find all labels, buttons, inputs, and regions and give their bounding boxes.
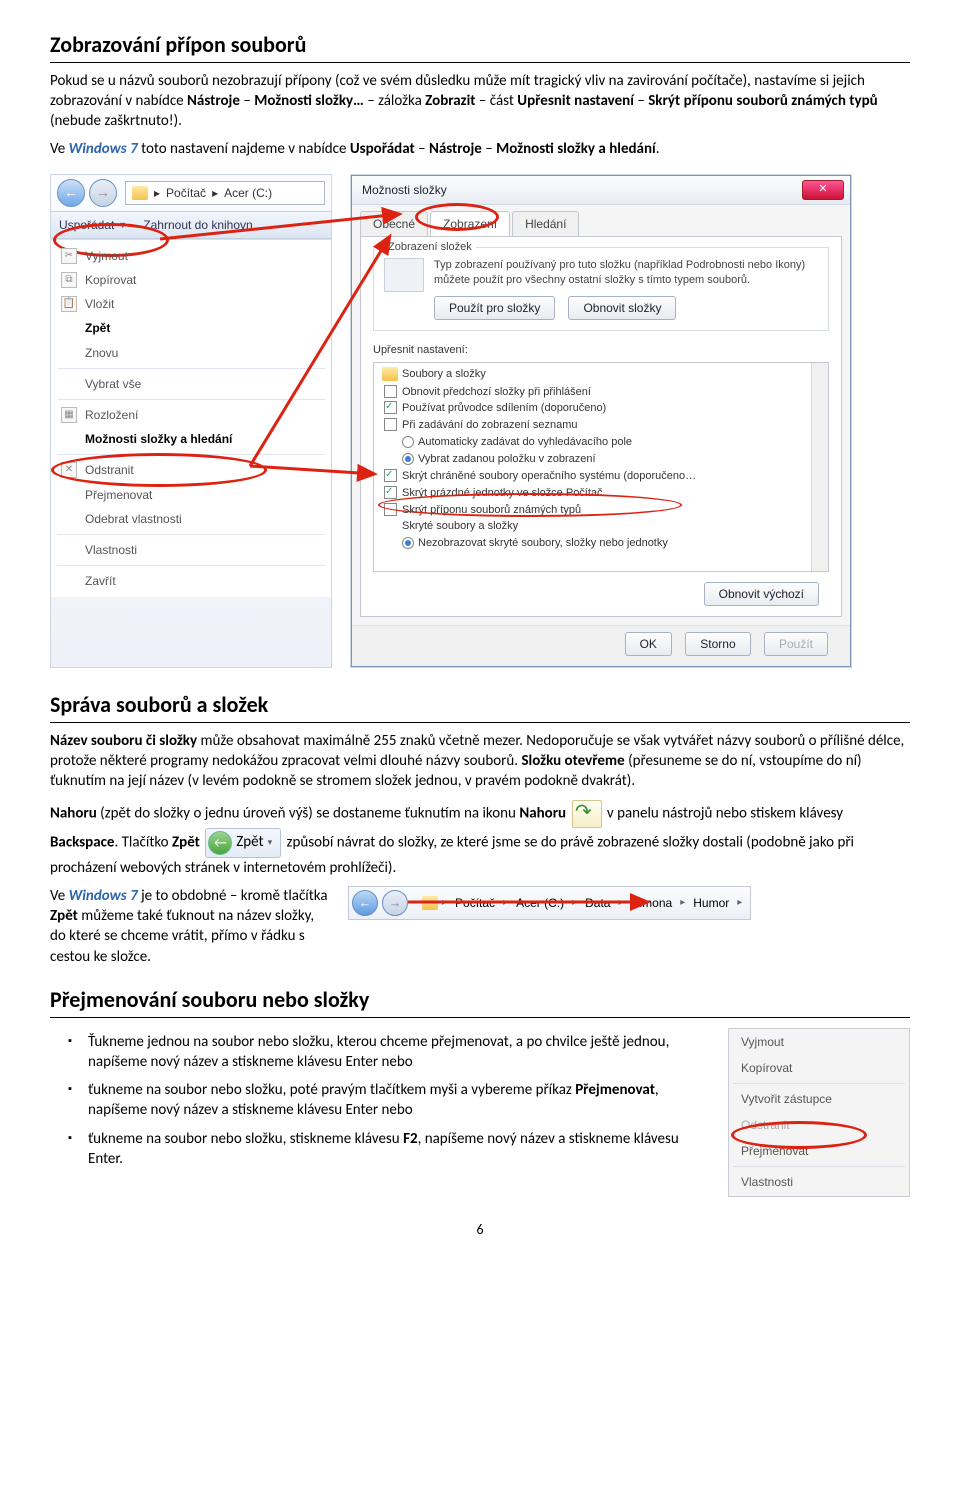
menu-remove-properties[interactable]: Odebrat vlastnosti (51, 507, 331, 531)
include-library-button[interactable]: Zahrnout do knihovn (143, 217, 252, 233)
menu-select-all[interactable]: Vybrat vše (51, 372, 331, 396)
nav-back-icon[interactable]: ← (352, 890, 378, 916)
organize-button[interactable]: Uspořádat ▼ (59, 217, 127, 233)
reset-folders-button[interactable]: Obnovit složky (568, 296, 676, 320)
menu-delete[interactable]: ✕Odstranit (51, 458, 331, 482)
menu-paste[interactable]: 📋Vložit (51, 292, 331, 316)
menu-redo[interactable]: Znovu (51, 341, 331, 365)
copy-icon: ⧉ (61, 272, 77, 288)
scrollbar[interactable] (811, 363, 828, 571)
nav-forward-icon[interactable]: → (382, 890, 408, 916)
chevron-down-icon: ▾ (268, 837, 273, 849)
paste-icon: 📋 (61, 296, 77, 312)
breadcrumb-drive[interactable]: Acer (C:) (512, 893, 568, 913)
screenshots-container: ← → ▸ Počítač ▸ Acer (C:) Uspořádat ▼ Za… (50, 174, 910, 668)
rename-step-1: Ťukneme jednou na soubor nebo složku, kt… (88, 1032, 710, 1073)
dialog-title: Možnosti složky (352, 176, 850, 205)
page-number: 6 (50, 1221, 910, 1240)
menu-folder-options[interactable]: Možnosti složky a hledání (51, 427, 331, 451)
dialog-close-button[interactable]: ✕ (802, 180, 844, 200)
chevron-down-icon: ▼ (118, 219, 127, 231)
tab-search[interactable]: Hledání (512, 211, 579, 236)
paragraph-windows7-note: Ve Windows 7 toto nastavení najdeme v na… (50, 139, 910, 159)
paragraph-name-length: Název souboru či složky může obsahovat m… (50, 731, 910, 792)
breadcrumb-data[interactable]: Data (581, 893, 614, 913)
nav-forward-icon[interactable]: → (89, 179, 117, 207)
rename-step-3: ťukneme na soubor nebo složku, stiskneme… (88, 1129, 710, 1170)
breadcrumb-drive[interactable]: Acer (C:) (224, 185, 272, 201)
folder-options-dialog-screenshot: Možnosti složky ✕ Obecné Zobrazení Hledá… (350, 174, 852, 668)
menu-close[interactable]: Zavřít (51, 569, 331, 593)
breadcrumb-seg[interactable]: ▸ (154, 185, 160, 201)
advanced-settings-label: Upřesnit nastavení: (373, 343, 829, 358)
heading-display-extensions: Zobrazování přípon souborů (50, 30, 910, 63)
breadcrumb-computer[interactable]: Počítač (166, 185, 206, 201)
paragraph-win7-breadcrumb: Ve Windows 7 je to obdobné – kromě tlačí… (50, 886, 330, 967)
menu-copy[interactable]: ⧉Kopírovat (51, 268, 331, 292)
organize-dropdown-menu: ✂Vyjmout ⧉Kopírovat 📋Vložit Zpět Znovu V… (51, 239, 331, 597)
menu-layout[interactable]: ▦Rozložení (51, 403, 331, 427)
up-folder-icon (572, 800, 602, 828)
folder-view-groupbox: Zobrazení složek Typ zobrazení používaný… (373, 247, 829, 331)
rename-steps-list: Ťukneme jednou na soubor nebo složku, kt… (50, 1032, 710, 1178)
breadcrumb-chevron: ▸ (212, 185, 218, 201)
tab-view[interactable]: Zobrazení (430, 211, 510, 236)
folder-icon (132, 186, 148, 200)
apply-to-folders-button[interactable]: Použít pro složky (434, 296, 555, 320)
context-menu-screenshot: Vyjmout Kopírovat Vytvořit zástupce Odst… (728, 1028, 910, 1197)
paragraph-extensions-intro: Pokud se u názvů souborů nezobrazují pří… (50, 71, 910, 132)
ok-button[interactable]: OK (625, 632, 672, 656)
folder-icon (382, 367, 398, 381)
back-arrow-icon: ← (208, 831, 232, 855)
cancel-button[interactable]: Storno (685, 632, 750, 656)
menu-undo[interactable]: Zpět (51, 316, 331, 340)
heading-rename: Přejmenování souboru nebo složky (50, 985, 910, 1018)
breadcrumb-computer[interactable]: Počítač (451, 893, 499, 913)
apply-button[interactable]: Použít (764, 632, 828, 656)
nav-back-icon[interactable]: ← (57, 179, 85, 207)
back-button-inline: ← Zpět ▾ (205, 828, 281, 858)
explorer-organize-menu-screenshot: ← → ▸ Počítač ▸ Acer (C:) Uspořádat ▼ Za… (50, 174, 332, 668)
restore-defaults-button[interactable]: Obnovit výchozí (704, 582, 819, 606)
ctx-rename[interactable]: Přejmenovat (729, 1138, 909, 1164)
ctx-cut[interactable]: Vyjmout (729, 1029, 909, 1055)
heading-file-management: Správa souborů a složek (50, 690, 910, 723)
paragraph-navigate-up: Nahoru (zpět do složky o jednu úroveň vý… (50, 800, 910, 878)
menu-properties[interactable]: Vlastnosti (51, 538, 331, 562)
breadcrumb-simona[interactable]: Simona (628, 893, 677, 913)
layout-icon: ▦ (61, 407, 77, 423)
breadcrumb-screenshot: ← → ▸ Počítač▸ Acer (C:)▸ Data▸ Simona▸ … (348, 886, 751, 920)
rename-step-2: ťukneme na soubor nebo složku, poté prav… (88, 1080, 710, 1121)
ctx-properties[interactable]: Vlastnosti (729, 1169, 909, 1195)
ctx-copy[interactable]: Kopírovat (729, 1055, 909, 1081)
menu-cut[interactable]: ✂Vyjmout (51, 244, 331, 268)
delete-icon: ✕ (61, 462, 77, 478)
breadcrumb-humor[interactable]: Humor (689, 893, 733, 913)
ctx-create-shortcut[interactable]: Vytvořit zástupce (729, 1086, 909, 1112)
ctx-delete[interactable]: Odstranit (729, 1112, 909, 1138)
menu-rename[interactable]: Přejmenovat (51, 483, 331, 507)
cut-icon: ✂ (61, 248, 77, 264)
folder-icon (422, 896, 438, 910)
tab-general[interactable]: Obecné (360, 211, 428, 236)
folder-view-description: Typ zobrazení používaný pro tuto složku … (434, 258, 818, 288)
folder-view-icon (384, 258, 424, 292)
advanced-settings-tree[interactable]: Soubory a složky Obnovit předchozí složk… (373, 362, 829, 572)
